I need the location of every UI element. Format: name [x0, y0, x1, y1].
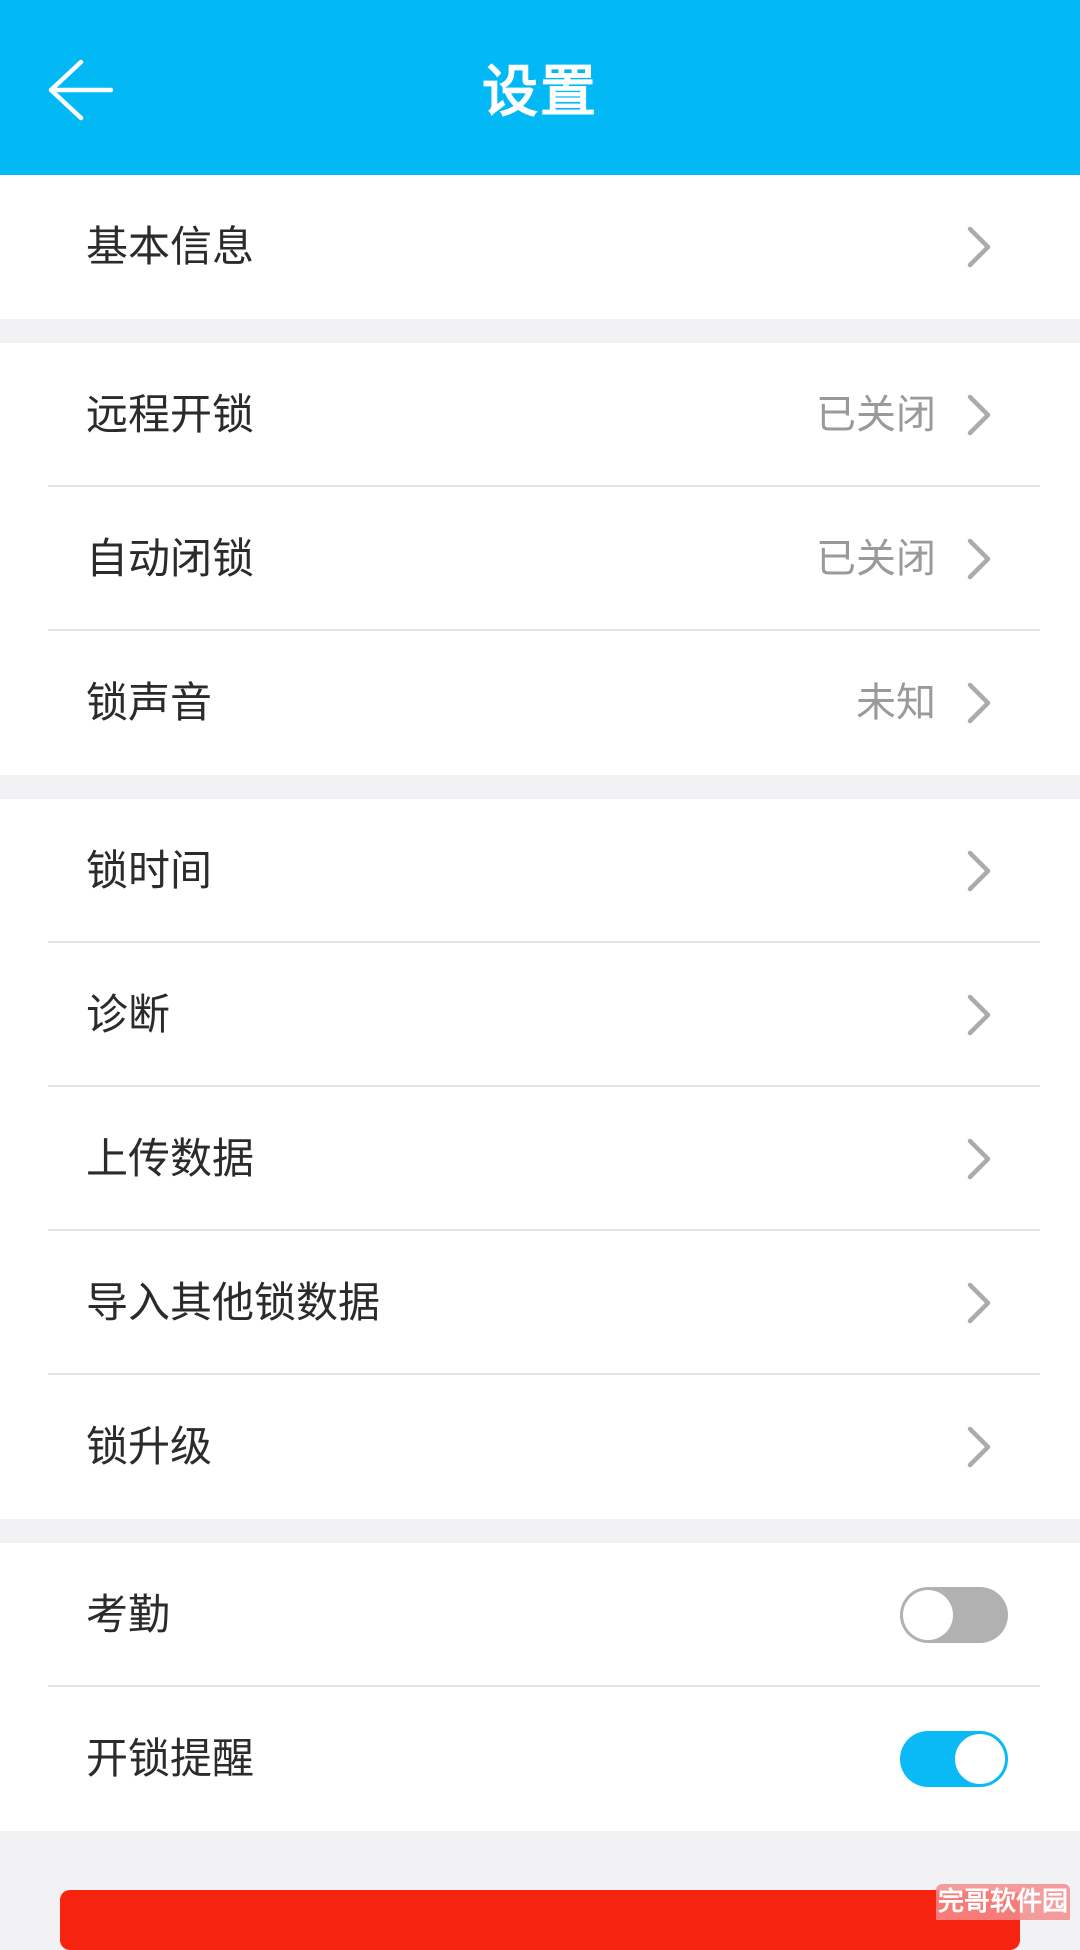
app-header: 设置 — [0, 0, 1080, 175]
bottom-action-button[interactable] — [60, 1890, 1020, 1950]
settings-item-lock-upgrade[interactable]: 锁升级 — [0, 1375, 1080, 1519]
settings-item-label: 考勤 — [86, 1590, 171, 1639]
chevron-right-icon — [967, 1138, 991, 1180]
attendance-toggle[interactable] — [900, 1587, 1008, 1643]
settings-item-label: 远程开锁 — [86, 390, 255, 439]
settings-group-basic: 基本信息 — [0, 175, 1080, 319]
settings-group-lock: 远程开锁 已关闭 自动闭锁 已关闭 锁声音 未知 — [0, 343, 1080, 775]
toggle-knob — [955, 1734, 1005, 1784]
chevron-right-icon — [967, 994, 991, 1036]
settings-item-lock-sound[interactable]: 锁声音 未知 — [0, 631, 1080, 775]
page-title: 设置 — [482, 60, 598, 125]
settings-item-label: 上传数据 — [86, 1134, 255, 1183]
chevron-right-icon — [967, 394, 991, 436]
settings-item-label: 开锁提醒 — [86, 1734, 255, 1783]
settings-group-maintenance: 锁时间 诊断 上传数据 导入其他锁数据 锁升级 — [0, 799, 1080, 1519]
chevron-right-icon — [967, 538, 991, 580]
chevron-right-icon — [967, 682, 991, 724]
toggle-knob — [903, 1590, 953, 1640]
chevron-right-icon — [967, 226, 991, 268]
settings-item-label: 锁升级 — [86, 1422, 213, 1471]
watermark-logo: 完哥软件园 — [936, 1884, 1070, 1920]
settings-item-diagnose[interactable]: 诊断 — [0, 943, 1080, 1087]
settings-item-label: 基本信息 — [86, 222, 255, 271]
settings-item-basic-info[interactable]: 基本信息 — [0, 175, 1080, 319]
settings-item-value: 已关闭 — [816, 392, 936, 438]
settings-item-remote-unlock[interactable]: 远程开锁 已关闭 — [0, 343, 1080, 487]
settings-item-auto-lock[interactable]: 自动闭锁 已关闭 — [0, 487, 1080, 631]
settings-group-toggles: 考勤 开锁提醒 — [0, 1543, 1080, 1831]
settings-item-label: 导入其他锁数据 — [86, 1278, 381, 1327]
settings-item-label: 诊断 — [86, 990, 171, 1039]
settings-item-value: 已关闭 — [816, 536, 936, 582]
settings-item-label: 自动闭锁 — [86, 534, 255, 583]
settings-item-attendance: 考勤 — [0, 1543, 1080, 1687]
settings-item-import-data[interactable]: 导入其他锁数据 — [0, 1231, 1080, 1375]
settings-item-label: 锁声音 — [86, 678, 213, 727]
chevron-right-icon — [967, 850, 991, 892]
settings-item-lock-time[interactable]: 锁时间 — [0, 799, 1080, 943]
settings-item-value: 未知 — [856, 680, 936, 726]
settings-item-upload-data[interactable]: 上传数据 — [0, 1087, 1080, 1231]
chevron-right-icon — [967, 1426, 991, 1468]
chevron-right-icon — [967, 1282, 991, 1324]
unlock-reminder-toggle[interactable] — [900, 1731, 1008, 1787]
settings-item-unlock-reminder: 开锁提醒 — [0, 1687, 1080, 1831]
settings-item-label: 锁时间 — [86, 846, 213, 895]
